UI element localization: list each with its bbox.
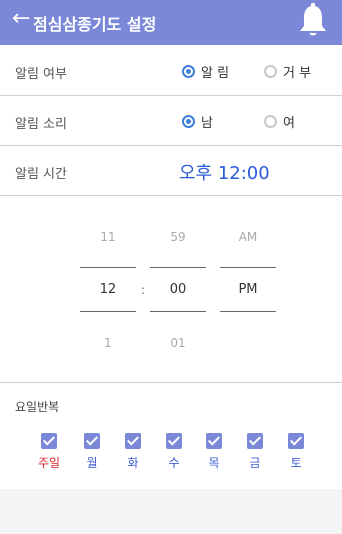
radio-sound-female-label: 여 (283, 115, 295, 131)
day-tuesday[interactable]: 화 (123, 433, 143, 471)
day-thursday[interactable]: 목 (204, 433, 224, 471)
radio-alarm-on[interactable]: 알 림 (182, 62, 230, 81)
minute-prev[interactable]: 59 (150, 230, 206, 244)
checkbox-checked-icon[interactable] (125, 433, 141, 449)
radio-alarm-off[interactable]: 거 부 (264, 62, 312, 81)
bell-icon[interactable] (298, 2, 328, 38)
day-sunday[interactable]: 주일 (38, 433, 60, 471)
alarm-time-row: 알림 시간 오후 12:00 (0, 146, 342, 196)
radio-unchecked-icon (264, 114, 277, 128)
day-wednesday[interactable]: 수 (164, 433, 184, 471)
back-arrow-icon[interactable]: ← (12, 8, 30, 30)
ampm-selected[interactable]: PM (220, 282, 276, 297)
radio-checked-icon (182, 114, 195, 128)
radio-sound-male[interactable]: 남 (182, 112, 213, 131)
section-divider (0, 382, 342, 383)
alarm-enable-label: 알림 여부 (15, 67, 67, 82)
minute-divider-top (150, 267, 206, 268)
day-sunday-label: 주일 (37, 456, 61, 470)
checkbox-checked-icon[interactable] (84, 433, 100, 449)
ampm-divider-top (220, 267, 276, 268)
time-separator: : (141, 283, 146, 297)
day-monday-label: 월 (86, 456, 98, 470)
radio-alarm-off-label: 거 부 (283, 65, 312, 81)
hour-divider-bottom (80, 311, 136, 312)
minute-selected[interactable]: 00 (150, 282, 206, 297)
alarm-sound-label: 알림 소리 (15, 117, 67, 132)
alarm-sound-row: 알림 소리 남 여 (0, 96, 342, 146)
checkbox-checked-icon[interactable] (247, 433, 263, 449)
alarm-enable-row: 알림 여부 알 림 거 부 (0, 46, 342, 96)
ampm-prev[interactable]: AM (220, 230, 276, 244)
repeat-days-label: 요일반복 (15, 400, 60, 414)
alarm-time-value[interactable]: 오후 12:00 (179, 159, 270, 185)
day-tuesday-label: 화 (127, 456, 139, 470)
radio-sound-male-label: 남 (201, 115, 213, 131)
day-friday-label: 금 (249, 456, 261, 470)
day-saturday-label: 토 (290, 456, 302, 470)
hour-divider-top (80, 267, 136, 268)
day-friday[interactable]: 금 (245, 433, 265, 471)
minute-divider-bottom (150, 311, 206, 312)
hour-selected[interactable]: 12 (80, 282, 136, 297)
checkbox-checked-icon[interactable] (41, 433, 57, 449)
day-monday[interactable]: 월 (82, 433, 102, 471)
day-saturday[interactable]: 토 (286, 433, 306, 471)
radio-sound-female[interactable]: 여 (264, 112, 295, 131)
radio-checked-icon (182, 64, 195, 78)
minute-next[interactable]: 01 (150, 336, 206, 350)
page-title: 점심삼종기도 설정 (33, 15, 157, 34)
checkbox-checked-icon[interactable] (288, 433, 304, 449)
day-thursday-label: 목 (208, 456, 220, 470)
hour-prev[interactable]: 11 (80, 230, 136, 244)
radio-unchecked-icon (264, 64, 277, 78)
app-header: ← 점심삼종기도 설정 (0, 0, 342, 45)
radio-alarm-on-label: 알 림 (201, 65, 230, 81)
hour-next[interactable]: 1 (80, 336, 136, 350)
ampm-divider-bottom (220, 311, 276, 312)
alarm-time-label: 알림 시간 (15, 167, 67, 182)
checkbox-checked-icon[interactable] (166, 433, 182, 449)
day-wednesday-label: 수 (168, 456, 180, 470)
checkbox-checked-icon[interactable] (206, 433, 222, 449)
